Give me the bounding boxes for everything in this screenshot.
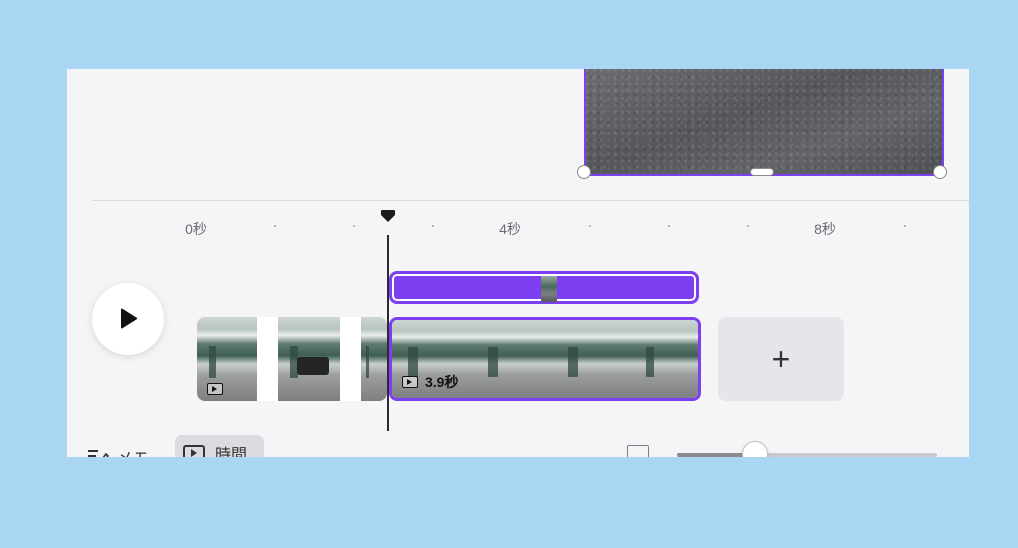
ruler-label-0s: 0秒 bbox=[185, 221, 207, 237]
clip-frame bbox=[552, 320, 632, 398]
resize-handle-bottom-right[interactable] bbox=[933, 165, 947, 179]
timing-button[interactable]: 時間 bbox=[175, 435, 264, 457]
playhead-handle[interactable] bbox=[380, 209, 396, 223]
notes-label: メモ bbox=[117, 445, 149, 457]
resize-handle-bottom-middle[interactable] bbox=[750, 168, 774, 176]
clip-type-badge: 3.9秒 bbox=[402, 372, 458, 392]
ruler-label-4s: 4秒 bbox=[499, 221, 521, 237]
clip-duration: 3.9秒 bbox=[425, 374, 459, 390]
ruler-tick bbox=[274, 225, 276, 227]
video-clip-icon bbox=[402, 376, 418, 388]
edit-note-icon bbox=[88, 450, 109, 457]
ruler-tick bbox=[589, 225, 591, 227]
video-clip-icon bbox=[207, 383, 223, 395]
overlay-thumbnail bbox=[541, 276, 557, 302]
clip-gap bbox=[340, 317, 361, 401]
resize-handle-bottom-left[interactable] bbox=[577, 165, 591, 179]
ruler-label-8s: 8秒 bbox=[814, 221, 836, 237]
zoom-slider-knob[interactable] bbox=[742, 441, 768, 457]
ruler-tick bbox=[353, 225, 355, 227]
timing-icon bbox=[183, 445, 205, 457]
ruler-tick bbox=[432, 225, 434, 227]
timing-label: 時間 bbox=[215, 447, 248, 457]
truck-graphic bbox=[297, 357, 329, 375]
clip-frame bbox=[472, 320, 552, 398]
clip-gap bbox=[257, 317, 278, 401]
ruler-tick bbox=[668, 225, 670, 227]
video-clip-1[interactable] bbox=[197, 317, 387, 401]
video-editor: 0秒 4秒 8秒 3.9秒 + 時間 bbox=[67, 69, 969, 457]
grid-view-icon[interactable] bbox=[627, 445, 649, 457]
video-clip-2-selected[interactable]: 3.9秒 bbox=[389, 317, 701, 401]
play-button[interactable] bbox=[92, 283, 164, 355]
clip-type-badge bbox=[207, 383, 230, 395]
canvas-preview-frame[interactable] bbox=[584, 69, 944, 176]
add-clip-button[interactable]: + bbox=[718, 317, 844, 401]
panel-divider bbox=[92, 200, 969, 201]
overlay-track-selected[interactable] bbox=[389, 271, 699, 304]
clip-frame bbox=[361, 317, 387, 401]
plus-icon: + bbox=[771, 340, 791, 377]
zoom-slider[interactable] bbox=[677, 441, 937, 457]
play-icon bbox=[121, 308, 138, 329]
notes-button[interactable]: メモ bbox=[87, 445, 149, 457]
clip-frame bbox=[632, 320, 698, 398]
ruler-tick bbox=[747, 225, 749, 227]
ruler-tick bbox=[904, 225, 906, 227]
